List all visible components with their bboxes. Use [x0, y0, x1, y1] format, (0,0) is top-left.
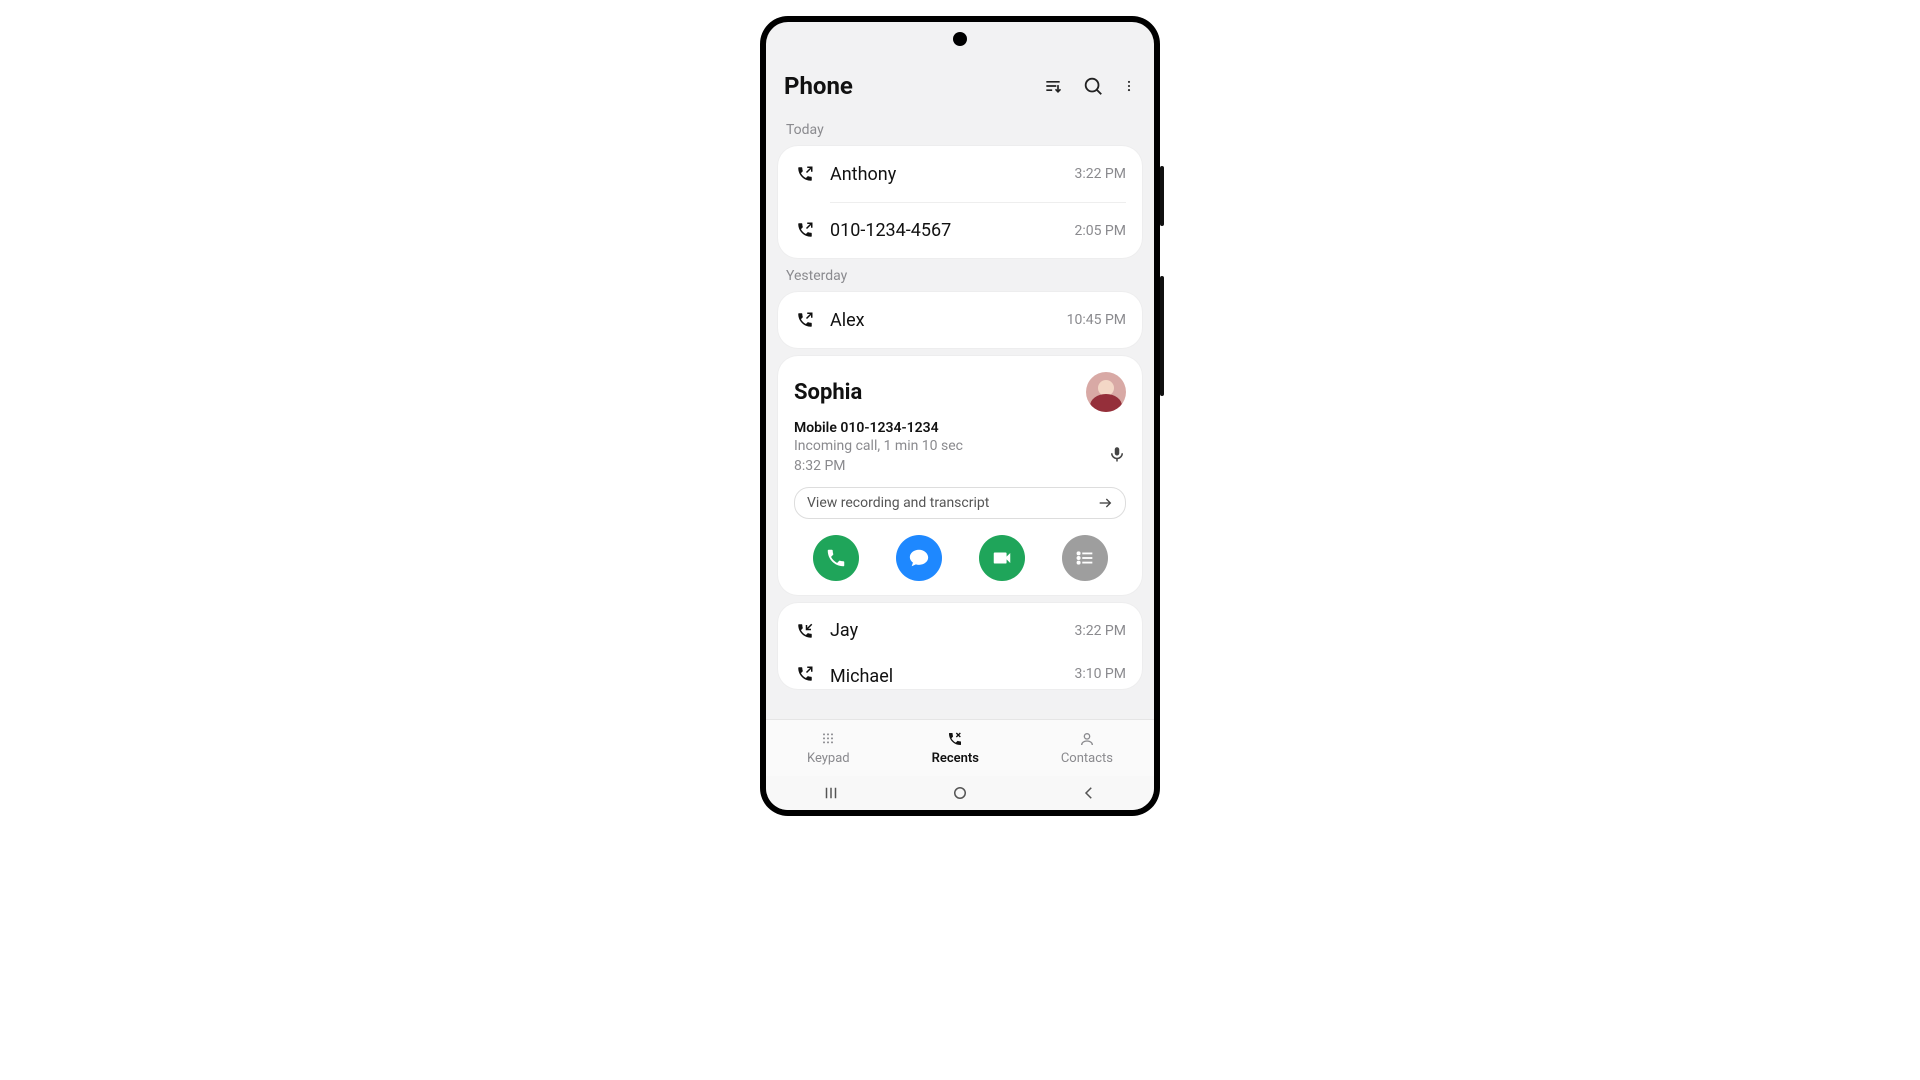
incoming-call-icon — [794, 620, 816, 642]
contact-avatar[interactable] — [1086, 372, 1126, 412]
android-nav-bar — [766, 776, 1154, 810]
call-time: 3:10 PM — [1074, 666, 1126, 682]
screen: Phone — [766, 22, 1154, 810]
message-icon — [908, 547, 930, 569]
detail-phone: Mobile 010-1234-1234 — [794, 420, 1126, 436]
arrow-right-icon — [1097, 495, 1113, 511]
yesterday-card-1: Alex 10:45 PM — [778, 292, 1142, 348]
detail-header: Sophia — [794, 372, 1126, 412]
outgoing-call-icon — [794, 663, 816, 685]
front-camera — [953, 32, 967, 46]
call-detail-card: Sophia Mobile 010-1234-1234 Incoming cal… — [778, 356, 1142, 595]
outgoing-call-icon — [794, 163, 816, 185]
detail-desc: Incoming call, 1 min 10 sec — [794, 438, 963, 454]
app-header: Phone — [766, 62, 1154, 112]
call-time: 3:22 PM — [1074, 166, 1126, 182]
yesterday-card-2: Jay 3:22 PM Michael 3:10 PM — [778, 603, 1142, 689]
search-button[interactable] — [1082, 75, 1104, 97]
keypad-icon — [818, 731, 838, 747]
tab-contacts[interactable]: Contacts — [1061, 731, 1113, 766]
filter-icon — [1043, 76, 1063, 96]
outgoing-call-icon — [794, 309, 816, 331]
tab-label: Keypad — [807, 751, 850, 766]
recents-icon — [945, 731, 965, 747]
call-name: Anthony — [830, 164, 1074, 185]
detail-contact-name: Sophia — [794, 380, 1086, 405]
microphone-icon — [1108, 445, 1126, 463]
list-icon — [1074, 547, 1096, 569]
call-time: 10:45 PM — [1067, 312, 1126, 328]
app-content: Phone — [766, 62, 1154, 810]
video-icon — [991, 547, 1013, 569]
contacts-icon — [1077, 731, 1097, 747]
today-card: Anthony 3:22 PM 010-1234-4567 2:05 PM — [778, 146, 1142, 258]
call-time: 3:22 PM — [1074, 623, 1126, 639]
video-call-button[interactable] — [979, 535, 1025, 581]
call-row[interactable]: 010-1234-4567 2:05 PM — [778, 202, 1142, 258]
call-name: Michael — [830, 666, 1074, 687]
detail-time: 8:32 PM — [794, 458, 846, 474]
phone-frame: Phone — [760, 16, 1160, 816]
call-button[interactable] — [813, 535, 859, 581]
call-time: 2:05 PM — [1074, 223, 1126, 239]
section-yesterday: Yesterday — [778, 258, 1142, 292]
more-vertical-icon — [1122, 77, 1136, 95]
more-button[interactable] — [1122, 75, 1136, 97]
bottom-tab-bar: Keypad Recents — [766, 719, 1154, 776]
tab-keypad[interactable]: Keypad — [807, 731, 850, 766]
pill-label: View recording and transcript — [807, 495, 1097, 511]
view-transcript-button[interactable]: View recording and transcript — [794, 487, 1126, 519]
filter-button[interactable] — [1042, 75, 1064, 97]
history-button[interactable] — [1062, 535, 1108, 581]
call-name: Jay — [830, 620, 1074, 641]
phone-icon — [825, 547, 847, 569]
recents-list: Today Anthony 3:22 PM — [766, 112, 1154, 719]
recording-indicator — [1108, 445, 1126, 467]
android-home-button[interactable] — [951, 784, 969, 802]
message-button[interactable] — [896, 535, 942, 581]
detail-call-info: Incoming call, 1 min 10 sec 8:32 PM — [794, 436, 1108, 477]
outgoing-call-icon — [794, 219, 816, 241]
android-back-button[interactable] — [1080, 784, 1098, 802]
call-row[interactable]: Alex 10:45 PM — [778, 292, 1142, 348]
tab-recents[interactable]: Recents — [932, 731, 979, 766]
search-icon — [1082, 75, 1104, 97]
section-today: Today — [778, 112, 1142, 146]
call-name: 010-1234-4567 — [830, 220, 1074, 241]
call-name: Alex — [830, 310, 1067, 331]
call-row[interactable]: Jay 3:22 PM — [778, 603, 1142, 659]
tab-label: Contacts — [1061, 751, 1113, 766]
page-title: Phone — [784, 72, 1042, 100]
android-recents-button[interactable] — [822, 784, 840, 802]
header-actions — [1042, 75, 1136, 97]
tab-label: Recents — [932, 751, 979, 766]
call-row[interactable]: Anthony 3:22 PM — [778, 146, 1142, 202]
detail-action-row — [794, 535, 1126, 581]
call-row[interactable]: Michael 3:10 PM — [778, 659, 1142, 689]
